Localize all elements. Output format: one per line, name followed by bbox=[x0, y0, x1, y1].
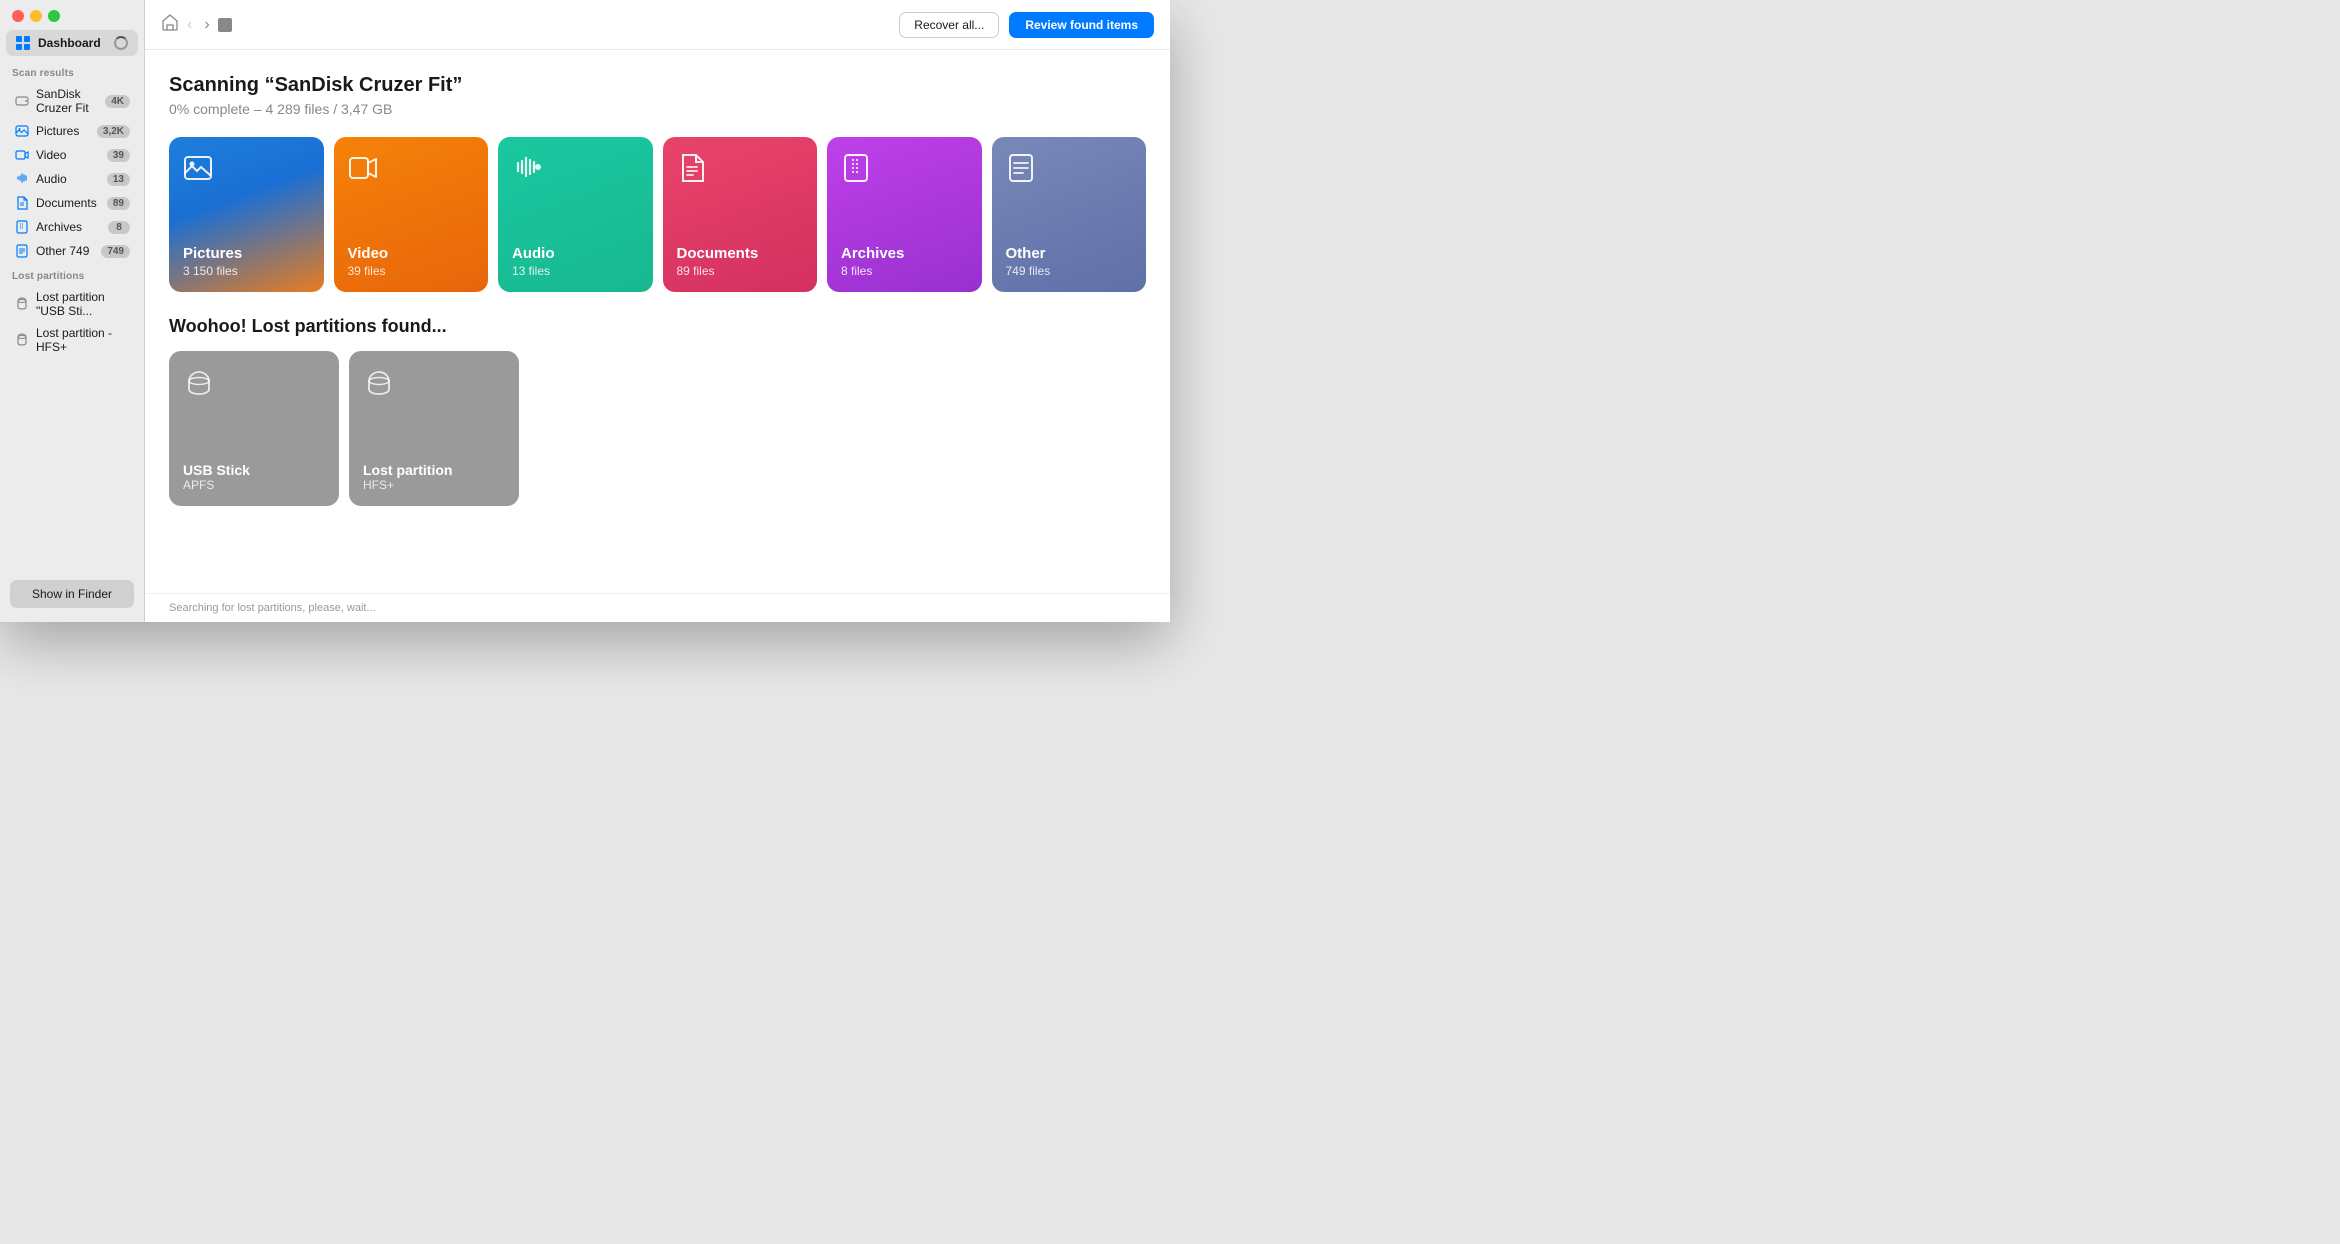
pictures-card-icon bbox=[183, 153, 310, 190]
video-card-count: 39 files bbox=[348, 264, 475, 278]
recover-all-button[interactable]: Recover all... bbox=[899, 12, 999, 38]
sidebar-item-other[interactable]: Other 749 749 bbox=[4, 239, 140, 263]
drive-icon bbox=[14, 93, 30, 109]
lost-partition-name: Lost partition bbox=[363, 462, 505, 478]
sidebar-item-video-badge: 39 bbox=[107, 149, 130, 162]
usb-partition-icon bbox=[183, 367, 325, 406]
usb-partition-type: APFS bbox=[183, 478, 325, 492]
lost-partitions-title: Woohoo! Lost partitions found... bbox=[169, 316, 1146, 337]
sidebar-item-documents-badge: 89 bbox=[107, 197, 130, 210]
sidebar-item-other-badge: 749 bbox=[101, 245, 130, 258]
partition-card-usb[interactable]: USB Stick APFS bbox=[169, 351, 339, 506]
file-card-archives[interactable]: Archives 8 files bbox=[827, 137, 982, 292]
usb-partition-name: USB Stick bbox=[183, 462, 325, 478]
scan-title: Scanning “SanDisk Cruzer Fit” bbox=[169, 74, 1146, 97]
dashboard-button[interactable]: Dashboard bbox=[6, 30, 138, 56]
pictures-card-name: Pictures bbox=[183, 245, 310, 262]
sidebar-item-audio-badge: 13 bbox=[107, 173, 130, 186]
sidebar-item-video[interactable]: Video 39 bbox=[4, 143, 140, 167]
sidebar-item-archives-badge: 8 bbox=[108, 221, 130, 234]
sidebar-item-video-label: Video bbox=[36, 148, 101, 162]
audio-card-name: Audio bbox=[512, 245, 639, 262]
sidebar-item-documents-label: Documents bbox=[36, 196, 101, 210]
file-card-other[interactable]: Other 749 files bbox=[992, 137, 1147, 292]
content-area: Scanning “SanDisk Cruzer Fit” 0% complet… bbox=[145, 50, 1170, 593]
scan-results-section-label: Scan results bbox=[0, 60, 144, 83]
video-card-icon bbox=[348, 153, 475, 190]
other-card-icon bbox=[1006, 153, 1133, 190]
partition-cards: USB Stick APFS Lost partition HFS+ bbox=[169, 351, 1146, 506]
lost-partition-icon bbox=[363, 367, 505, 406]
video-card-name: Video bbox=[348, 245, 475, 262]
sidebar-item-archives[interactable]: Archives 8 bbox=[4, 215, 140, 239]
sidebar-item-sandisk-badge: 4K bbox=[105, 95, 130, 108]
sidebar-item-audio-label: Audio bbox=[36, 172, 101, 186]
file-card-video[interactable]: Video 39 files bbox=[334, 137, 489, 292]
sidebar-item-pictures[interactable]: Pictures 3,2K bbox=[4, 119, 140, 143]
scan-subtitle: 0% complete – 4 289 files / 3,47 GB bbox=[169, 101, 1146, 117]
file-card-pictures[interactable]: Pictures 3 150 files bbox=[169, 137, 324, 292]
archive-icon bbox=[14, 219, 30, 235]
sidebar-item-lost-partition-usb[interactable]: Lost partition "USB Sti... bbox=[4, 286, 140, 322]
forward-button[interactable]: › bbox=[200, 14, 213, 36]
stop-button[interactable] bbox=[218, 18, 232, 32]
show-finder-button[interactable]: Show in Finder bbox=[10, 580, 134, 608]
status-bar: Searching for lost partitions, please, w… bbox=[145, 593, 1170, 622]
sidebar-item-sandisk[interactable]: SanDisk Cruzer Fit 4K bbox=[4, 83, 140, 119]
lost-partitions-section-label: Lost partitions bbox=[0, 263, 144, 286]
partition-drive-icon-2 bbox=[14, 332, 30, 348]
sidebar-item-lost-partition-hfs[interactable]: Lost partition - HFS+ bbox=[4, 322, 140, 358]
back-button[interactable]: ‹ bbox=[183, 14, 196, 36]
documents-card-name: Documents bbox=[677, 245, 804, 262]
status-text: Searching for lost partitions, please, w… bbox=[169, 602, 376, 614]
file-card-audio[interactable]: Audio 13 files bbox=[498, 137, 653, 292]
main-content: ‹ › Recover all... Review found items Sc… bbox=[145, 0, 1170, 622]
sidebar-item-pictures-label: Pictures bbox=[36, 124, 91, 138]
partition-card-lost[interactable]: Lost partition HFS+ bbox=[349, 351, 519, 506]
loading-spinner bbox=[114, 36, 128, 50]
dashboard-icon bbox=[16, 36, 30, 50]
sidebar-item-other-label: Other 749 bbox=[36, 244, 95, 258]
review-found-items-button[interactable]: Review found items bbox=[1009, 12, 1154, 38]
pictures-card-count: 3 150 files bbox=[183, 264, 310, 278]
home-icon[interactable] bbox=[161, 13, 179, 36]
other-icon bbox=[14, 243, 30, 259]
documents-card-icon bbox=[677, 153, 804, 190]
lost-partition-type: HFS+ bbox=[363, 478, 505, 492]
sidebar-item-pictures-badge: 3,2K bbox=[97, 125, 130, 138]
archives-card-icon bbox=[841, 153, 968, 190]
documents-card-count: 89 files bbox=[677, 264, 804, 278]
archives-card-name: Archives bbox=[841, 245, 968, 262]
file-type-cards: Pictures 3 150 files Video 39 files bbox=[169, 137, 1146, 292]
dashboard-label: Dashboard bbox=[38, 36, 101, 50]
audio-card-icon bbox=[512, 153, 639, 190]
maximize-button[interactable] bbox=[48, 10, 60, 22]
archives-card-count: 8 files bbox=[841, 264, 968, 278]
titlebar bbox=[0, 0, 144, 30]
sidebar: Dashboard Scan results SanDisk Cruzer Fi… bbox=[0, 0, 145, 622]
picture-icon bbox=[14, 123, 30, 139]
audio-icon bbox=[14, 171, 30, 187]
nav-buttons: ‹ › bbox=[161, 13, 232, 36]
topbar-actions: Recover all... Review found items bbox=[899, 12, 1154, 38]
other-card-count: 749 files bbox=[1006, 264, 1133, 278]
sidebar-item-lost-partition-hfs-label: Lost partition - HFS+ bbox=[36, 326, 130, 354]
audio-card-count: 13 files bbox=[512, 264, 639, 278]
other-card-name: Other bbox=[1006, 245, 1133, 262]
sidebar-item-documents[interactable]: Documents 89 bbox=[4, 191, 140, 215]
topbar: ‹ › Recover all... Review found items bbox=[145, 0, 1170, 50]
video-icon bbox=[14, 147, 30, 163]
minimize-button[interactable] bbox=[30, 10, 42, 22]
sidebar-item-lost-partition-usb-label: Lost partition "USB Sti... bbox=[36, 290, 130, 318]
sidebar-item-archives-label: Archives bbox=[36, 220, 102, 234]
sidebar-item-audio[interactable]: Audio 13 bbox=[4, 167, 140, 191]
file-card-documents[interactable]: Documents 89 files bbox=[663, 137, 818, 292]
document-icon bbox=[14, 195, 30, 211]
sidebar-item-sandisk-label: SanDisk Cruzer Fit bbox=[36, 87, 99, 115]
close-button[interactable] bbox=[12, 10, 24, 22]
partition-drive-icon-1 bbox=[14, 296, 30, 312]
